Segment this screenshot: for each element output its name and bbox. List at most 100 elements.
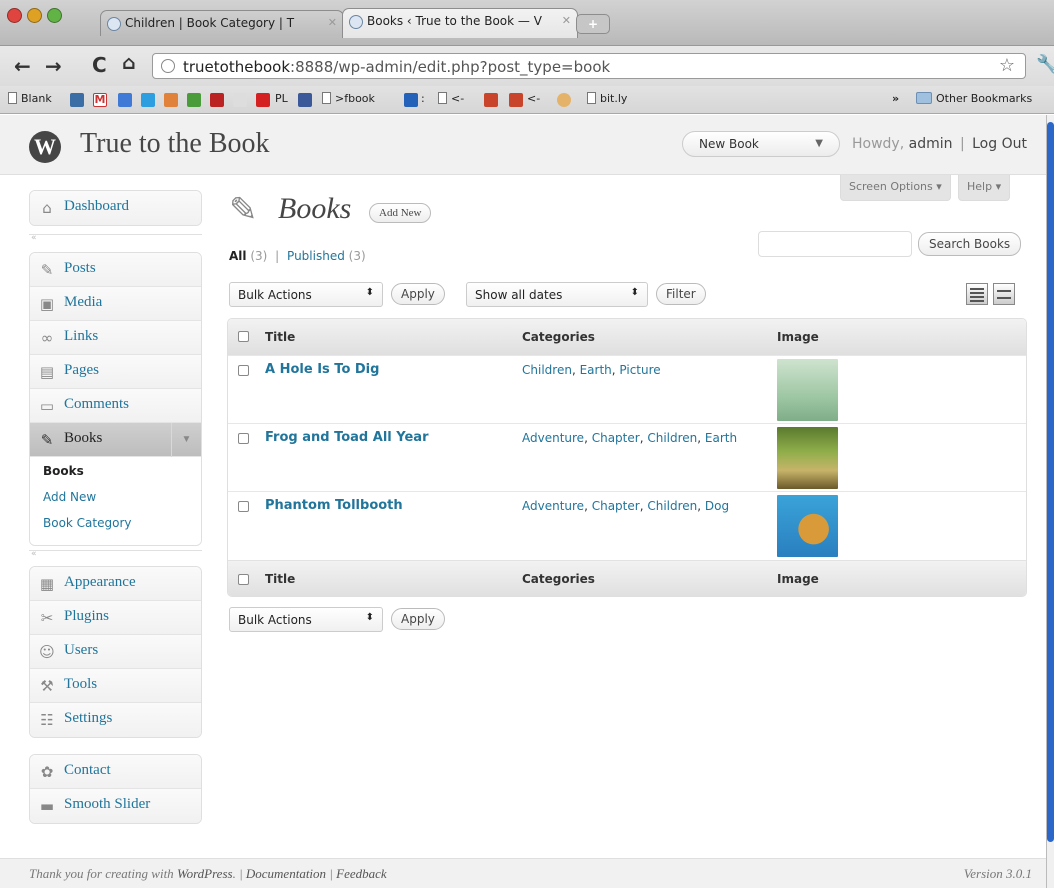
other-bookmarks[interactable]: Other Bookmarks bbox=[916, 92, 1032, 105]
category-link[interactable]: Chapter bbox=[592, 431, 640, 445]
row-checkbox[interactable] bbox=[238, 433, 249, 444]
column-title[interactable]: Title bbox=[265, 330, 295, 344]
category-link[interactable]: Picture bbox=[619, 363, 660, 377]
h-favicon[interactable] bbox=[256, 93, 270, 107]
docs-favicon[interactable] bbox=[141, 93, 155, 107]
add-new-button[interactable]: Add New bbox=[369, 203, 432, 223]
user-link[interactable]: admin bbox=[909, 136, 953, 152]
submenu-item-books[interactable]: Books bbox=[30, 459, 201, 485]
category-link[interactable]: Adventure bbox=[522, 431, 584, 445]
bookmark-back-1[interactable]: <- bbox=[438, 92, 464, 105]
menu-item-dashboard[interactable]: ⌂ Dashboard bbox=[30, 191, 201, 225]
select-all-checkbox[interactable] bbox=[238, 574, 249, 585]
bookmark-pl[interactable]: PL bbox=[275, 92, 288, 105]
zoom-window-icon[interactable] bbox=[47, 8, 62, 23]
n-favicon[interactable] bbox=[210, 93, 224, 107]
bookmark-star-icon[interactable]: ☆ bbox=[999, 55, 1015, 76]
wordpress-link[interactable]: WordPress bbox=[177, 866, 233, 881]
column-title[interactable]: Title bbox=[265, 572, 295, 586]
category-link[interactable]: Chapter bbox=[592, 499, 640, 513]
home-icon[interactable]: ⌂ bbox=[122, 52, 136, 74]
bookmark-back-2[interactable]: <- bbox=[527, 92, 540, 105]
bookmark-fbook[interactable]: >fbook bbox=[322, 92, 375, 105]
row-checkbox[interactable] bbox=[238, 365, 249, 376]
bookmark-bitly[interactable]: bit.ly bbox=[587, 92, 627, 105]
date-filter-select[interactable]: Show all dates ⬍ bbox=[466, 282, 648, 307]
bookmark-blank[interactable]: Blank bbox=[8, 92, 52, 105]
address-bar[interactable]: truetothebook:8888/wp-admin/edit.php?pos… bbox=[152, 53, 1026, 79]
scrollbar-thumb[interactable] bbox=[1047, 122, 1054, 842]
tasks-favicon[interactable] bbox=[187, 93, 201, 107]
menu-item-pages[interactable]: ▤ Pages bbox=[30, 355, 201, 389]
row-checkbox[interactable] bbox=[238, 501, 249, 512]
excerpt-view-icon[interactable] bbox=[993, 283, 1015, 305]
wrench-icon[interactable]: 🔧 bbox=[1036, 54, 1054, 75]
category-link[interactable]: Earth bbox=[580, 363, 612, 377]
submenu-item-add-new[interactable]: Add New bbox=[30, 485, 201, 511]
bookmarklet-favicon[interactable] bbox=[509, 93, 523, 107]
reload-icon[interactable]: C bbox=[92, 53, 107, 77]
book-title-link[interactable]: Frog and Toad All Year bbox=[265, 430, 428, 445]
category-link[interactable]: Adventure bbox=[522, 499, 584, 513]
menu-item-books[interactable]: ✎ Books ▼ bbox=[30, 423, 201, 457]
menu-item-tools[interactable]: ⚒ Tools bbox=[30, 669, 201, 703]
favorite-actions-dropdown[interactable]: New Book ▼ bbox=[682, 131, 840, 157]
category-link[interactable]: Children bbox=[647, 499, 697, 513]
menu-item-appearance[interactable]: ▦ Appearance bbox=[30, 567, 201, 601]
search-books-button[interactable]: Search Books bbox=[918, 232, 1022, 256]
fm-favicon[interactable] bbox=[70, 93, 84, 107]
menu-item-smooth-slider[interactable]: ▬ Smooth Slider bbox=[30, 789, 201, 823]
book-title-link[interactable]: A Hole Is To Dig bbox=[265, 362, 379, 377]
menu-item-posts[interactable]: ✎ Posts bbox=[30, 253, 201, 287]
g-favicon[interactable] bbox=[233, 93, 247, 107]
back-icon[interactable]: ← bbox=[14, 54, 31, 78]
bulk-actions-select-bottom[interactable]: Bulk Actions ⬍ bbox=[229, 607, 383, 632]
gmail-favicon[interactable]: M bbox=[93, 93, 107, 107]
delicious-favicon[interactable] bbox=[404, 93, 418, 107]
apply-button[interactable]: Apply bbox=[391, 283, 445, 305]
new-tab-button[interactable]: + bbox=[576, 14, 610, 34]
bookmarklet-favicon[interactable] bbox=[484, 93, 498, 107]
filter-button[interactable]: Filter bbox=[656, 283, 706, 305]
forward-icon[interactable]: → bbox=[45, 54, 62, 78]
menu-item-media[interactable]: ▣ Media bbox=[30, 287, 201, 321]
menu-item-plugins[interactable]: ✂ Plugins bbox=[30, 601, 201, 635]
facebook-favicon[interactable] bbox=[298, 93, 312, 107]
category-link[interactable]: Children bbox=[647, 431, 697, 445]
bookmarks-overflow-button[interactable]: » bbox=[892, 92, 899, 105]
category-link[interactable]: Earth bbox=[705, 431, 737, 445]
bulk-actions-select[interactable]: Bulk Actions ⬍ bbox=[229, 282, 383, 307]
menu-item-contact[interactable]: ✿ Contact bbox=[30, 755, 201, 789]
browser-tab-children[interactable]: Children | Book Category | T ✕ bbox=[100, 10, 344, 36]
reader-favicon[interactable] bbox=[164, 93, 178, 107]
search-input[interactable] bbox=[758, 231, 912, 257]
book-title-link[interactable]: Phantom Tollbooth bbox=[265, 498, 403, 513]
menu-separator[interactable]: « bbox=[29, 550, 202, 562]
feedback-link[interactable]: Feedback bbox=[336, 866, 387, 881]
filter-published-link[interactable]: Published bbox=[287, 249, 345, 263]
menu-item-settings[interactable]: ☷ Settings bbox=[30, 703, 201, 737]
browser-tab-books[interactable]: Books ‹ True to the Book — V ✕ bbox=[342, 8, 578, 38]
menu-separator[interactable]: « bbox=[29, 234, 202, 246]
apply-button-bottom[interactable]: Apply bbox=[391, 608, 445, 630]
select-all-checkbox[interactable] bbox=[238, 331, 249, 342]
site-title[interactable]: True to the Book bbox=[80, 128, 270, 160]
category-link[interactable]: Dog bbox=[705, 499, 729, 513]
minimize-window-icon[interactable] bbox=[27, 8, 42, 23]
menu-item-comments[interactable]: ▭ Comments bbox=[30, 389, 201, 423]
face-favicon[interactable] bbox=[557, 93, 571, 107]
list-view-icon[interactable] bbox=[966, 283, 988, 305]
logout-link[interactable]: Log Out bbox=[972, 136, 1027, 152]
bookmark-colon[interactable]: : bbox=[421, 92, 425, 105]
filter-all-link[interactable]: All bbox=[229, 249, 247, 263]
menu-item-users[interactable]: ☺ Users bbox=[30, 635, 201, 669]
chevron-down-icon[interactable]: ▼ bbox=[171, 423, 201, 457]
documentation-link[interactable]: Documentation bbox=[246, 866, 326, 881]
screen-options-button[interactable]: Screen Options ▾ bbox=[840, 175, 951, 201]
close-tab-icon[interactable]: ✕ bbox=[328, 16, 337, 29]
menu-item-links[interactable]: ∞ Links bbox=[30, 321, 201, 355]
submenu-item-book-category[interactable]: Book Category bbox=[30, 511, 201, 537]
close-window-icon[interactable] bbox=[7, 8, 22, 23]
calendar-favicon[interactable] bbox=[118, 93, 132, 107]
close-tab-icon[interactable]: ✕ bbox=[562, 14, 571, 27]
